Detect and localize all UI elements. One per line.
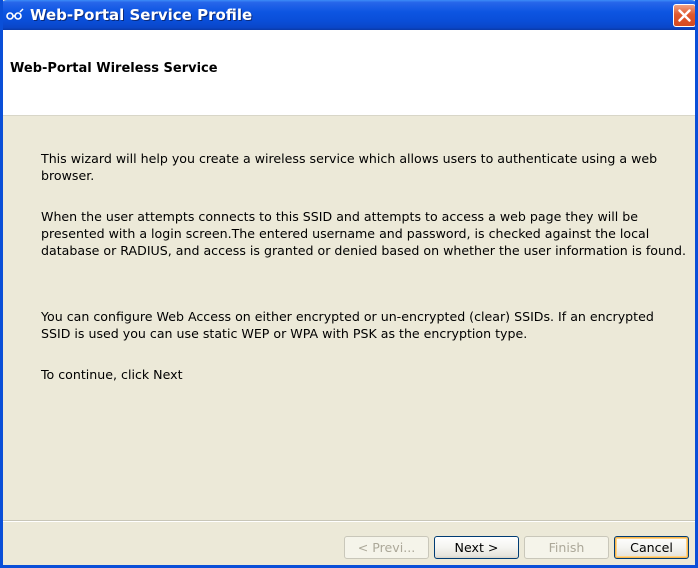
next-button[interactable]: Next > bbox=[434, 536, 519, 559]
encryption-description-paragraph: You can configure Web Access on either e… bbox=[41, 309, 654, 341]
wizard-window: Web-Portal Service Profile Web-Portal Wi… bbox=[0, 0, 698, 568]
window-title: Web-Portal Service Profile bbox=[30, 6, 253, 24]
wizard-content: This wizard will help you create a wirel… bbox=[3, 116, 695, 500]
previous-button[interactable]: < Previ... bbox=[344, 536, 429, 559]
intro-paragraph: This wizard will help you create a wirel… bbox=[41, 151, 658, 183]
continue-instruction: To continue, click Next bbox=[41, 367, 183, 382]
button-bar: < Previ... Next > Finish Cancel bbox=[3, 521, 695, 565]
close-icon bbox=[678, 9, 691, 22]
login-description-paragraph: When the user attempts connects to this … bbox=[41, 209, 686, 258]
title-bar[interactable]: Web-Portal Service Profile bbox=[3, 0, 695, 30]
close-button[interactable] bbox=[673, 4, 695, 27]
cancel-button[interactable]: Cancel bbox=[614, 536, 689, 559]
wizard-header: Web-Portal Wireless Service bbox=[3, 30, 695, 116]
footer-spacer bbox=[3, 500, 695, 521]
finish-button[interactable]: Finish bbox=[524, 536, 609, 559]
wizard-step-title: Web-Portal Wireless Service bbox=[10, 61, 218, 76]
service-profile-icon bbox=[6, 8, 24, 20]
